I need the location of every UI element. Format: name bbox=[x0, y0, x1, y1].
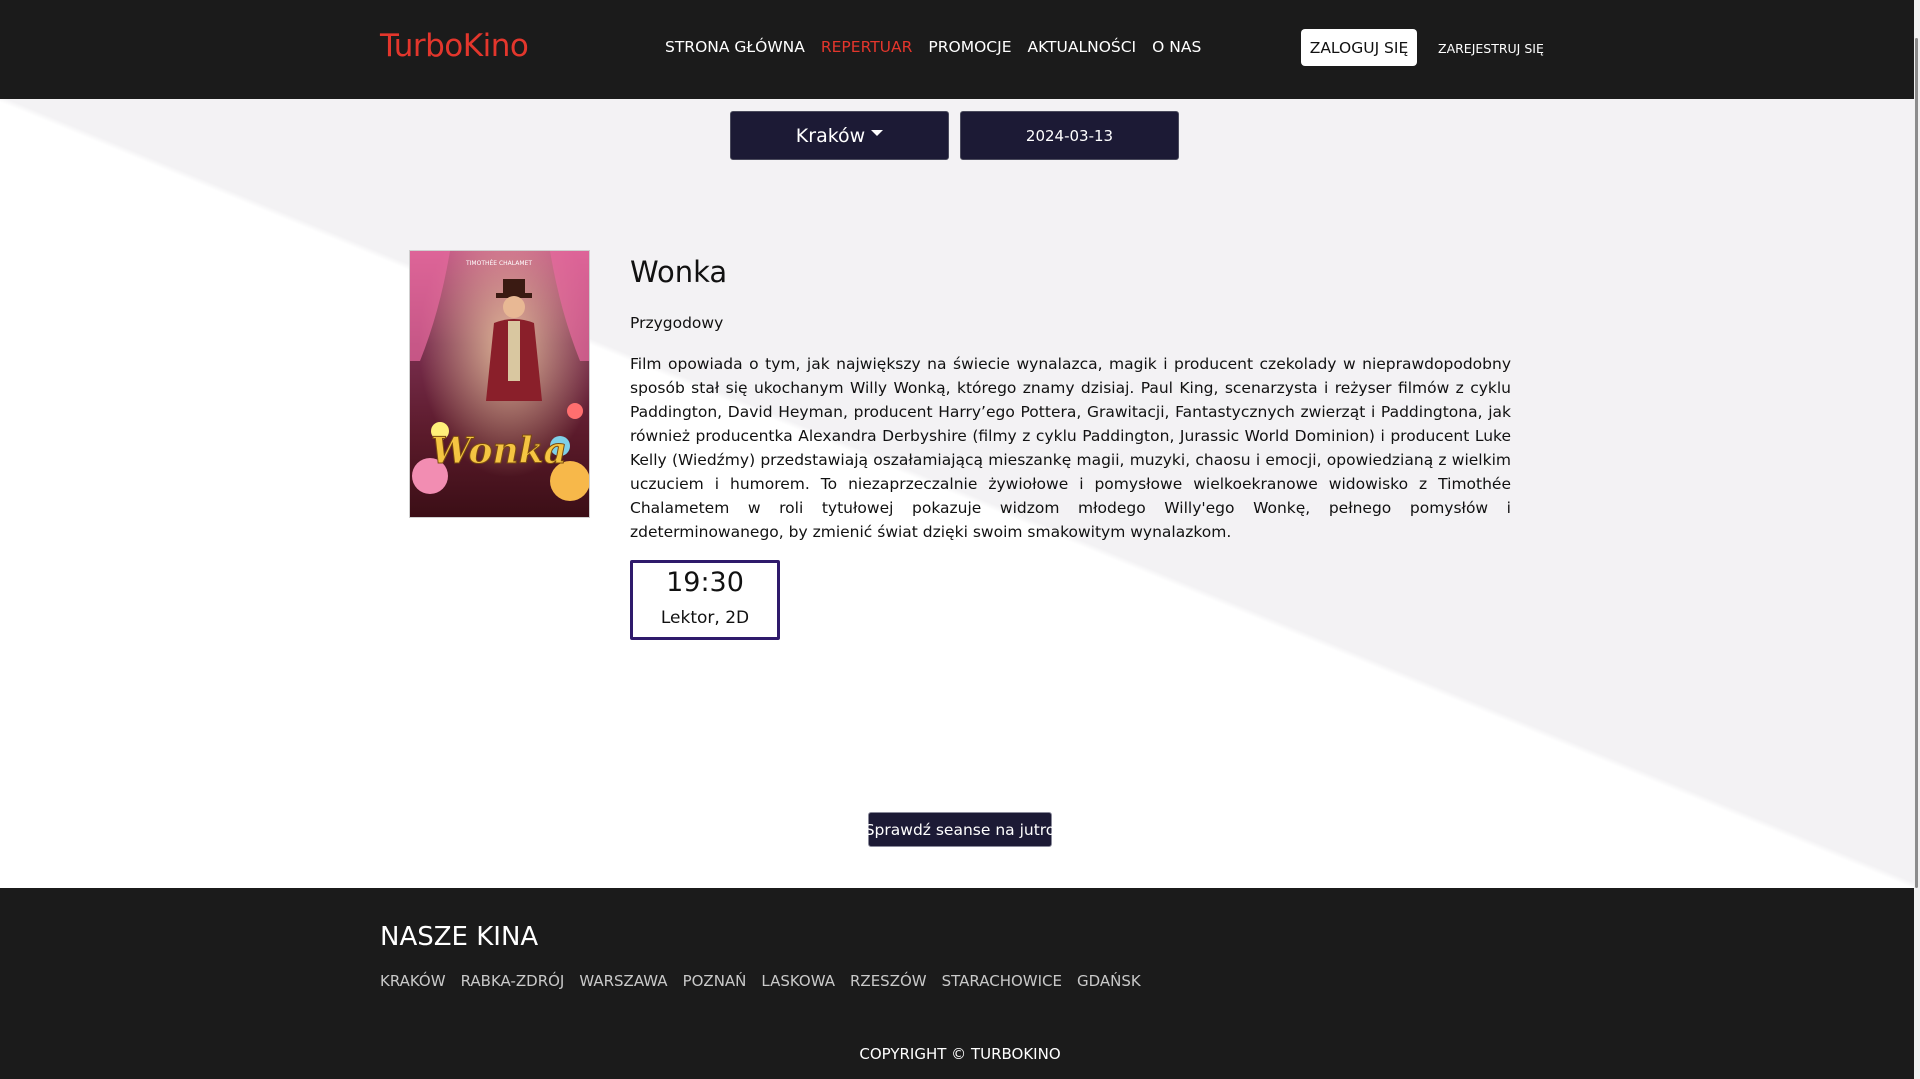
tomorrow-showings-button[interactable]: Sprawdź seanse na jutro bbox=[865, 812, 1055, 847]
nav-repertoire[interactable]: REPERTUAR bbox=[821, 38, 913, 56]
nav-home[interactable]: STRONA GŁÓWNA bbox=[665, 38, 805, 56]
cinema-link-rzeszow[interactable]: RZESZÓW bbox=[850, 972, 927, 990]
repertoire-section: Kraków 2024-03-13 Wonka TIMOTHÉE CHALAME… bbox=[0, 99, 1920, 888]
scrollbar-thumb[interactable] bbox=[1915, 38, 1918, 888]
brand-logo[interactable]: TurboKino bbox=[380, 28, 529, 64]
nav-about[interactable]: O NAS bbox=[1152, 38, 1201, 56]
showtime-type: Lektor, 2D bbox=[660, 608, 750, 628]
cinema-link-gdansk[interactable]: GDAŃSK bbox=[1077, 972, 1141, 990]
top-navbar: TurboKino STRONA GŁÓWNA REPERTUAR PROMOC… bbox=[0, 0, 1920, 99]
cinema-list: KRAKÓW RABKA-ZDRÓJ WARSZAWA POZNAŃ LASKO… bbox=[380, 972, 1141, 990]
date-picker[interactable]: 2024-03-13 bbox=[960, 111, 1179, 160]
cinema-link-rabka-zdroj[interactable]: RABKA-ZDRÓJ bbox=[461, 972, 565, 990]
chevron-down-icon bbox=[871, 129, 884, 136]
main-nav: STRONA GŁÓWNA REPERTUAR PROMOCJE AKTUALN… bbox=[665, 38, 1201, 56]
poster-image: Wonka TIMOTHÉE CHALAMET bbox=[410, 251, 589, 517]
register-link[interactable]: ZAREJESTRUJ SIĘ bbox=[1438, 41, 1544, 56]
copyright-text: COPYRIGHT © TURBOKINO bbox=[859, 1045, 1061, 1063]
cinema-link-krakow[interactable]: KRAKÓW bbox=[380, 972, 446, 990]
city-dropdown[interactable]: Kraków bbox=[730, 111, 949, 160]
svg-text:Wonka: Wonka bbox=[431, 430, 567, 472]
showtime-button[interactable]: 19:30 Lektor, 2D bbox=[630, 560, 780, 640]
cinema-link-starachowice[interactable]: STARACHOWICE bbox=[942, 972, 1062, 990]
cinema-link-laskowa[interactable]: LASKOWA bbox=[761, 972, 835, 990]
footer: NASZE KINA KRAKÓW RABKA-ZDRÓJ WARSZAWA P… bbox=[0, 888, 1920, 1079]
city-dropdown-value: Kraków bbox=[795, 124, 866, 147]
nav-news[interactable]: AKTUALNOŚCI bbox=[1027, 38, 1136, 56]
footer-title: NASZE KINA bbox=[380, 922, 539, 952]
movie-poster[interactable]: Wonka TIMOTHÉE CHALAMET bbox=[409, 250, 590, 518]
movie-description: Film opowiada o tym, jak największy na ś… bbox=[630, 355, 1511, 541]
svg-text:TIMOTHÉE CHALAMET: TIMOTHÉE CHALAMET bbox=[465, 259, 532, 267]
login-button[interactable]: ZALOGUJ SIĘ bbox=[1301, 29, 1417, 66]
nav-promotions[interactable]: PROMOCJE bbox=[928, 38, 1011, 56]
cinema-link-warszawa[interactable]: WARSZAWA bbox=[579, 972, 667, 990]
cinema-link-poznan[interactable]: POZNAŃ bbox=[683, 972, 747, 990]
showtime-time: 19:30 bbox=[666, 567, 744, 598]
movie-genre: Przygodowy bbox=[630, 314, 724, 332]
movie-title[interactable]: Wonka bbox=[630, 255, 727, 289]
